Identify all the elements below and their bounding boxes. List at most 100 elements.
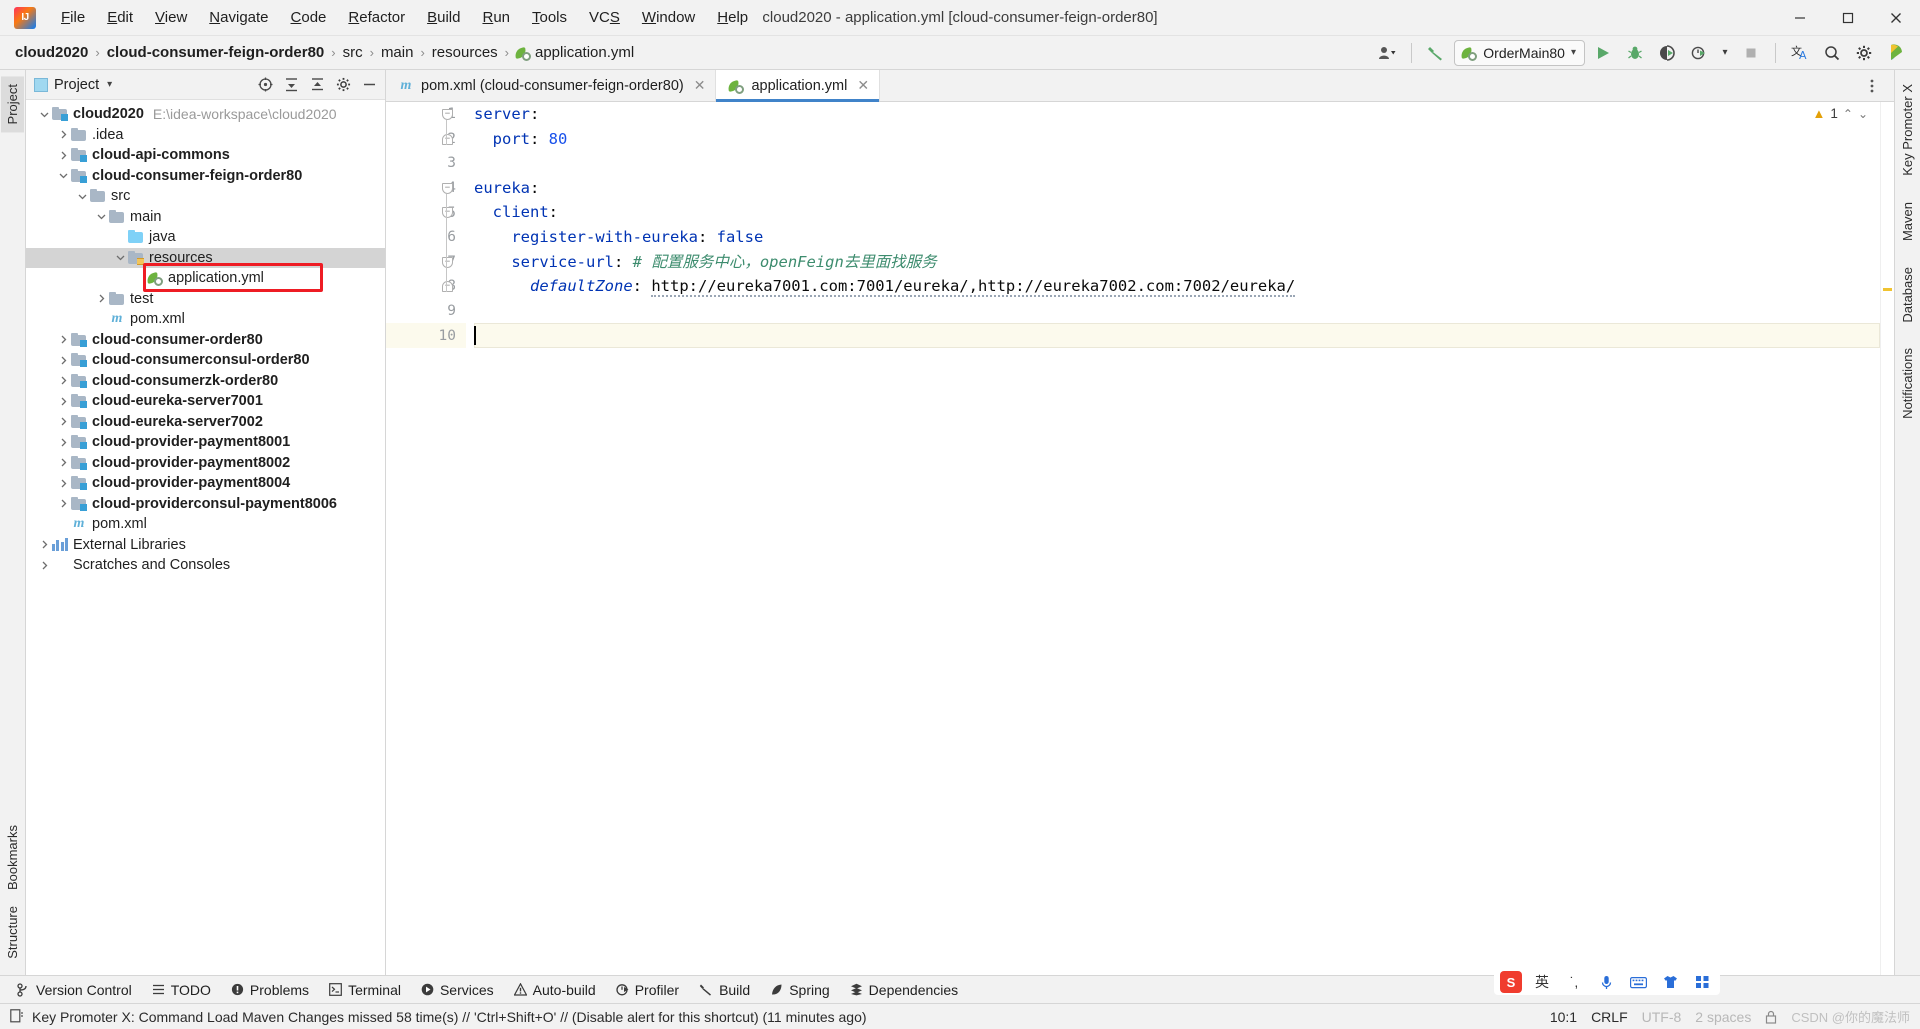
gutter-line-number[interactable]: 4 [386,176,466,201]
editor-gutter[interactable]: 12345678910 − − − − − − [386,102,466,975]
collapse-all-icon[interactable] [305,73,329,97]
tool-window-auto-build[interactable]: Auto-build [505,979,605,1001]
tool-window-dependencies[interactable]: Dependencies [841,979,968,1001]
error-stripe-margin[interactable] [1880,102,1894,975]
editor-options-icon[interactable] [1858,73,1886,99]
sidebar-item-maven[interactable]: Maven [1896,194,1919,249]
code-editor[interactable]: 12345678910−−−−−− server: port: 80eureka… [386,102,1894,975]
minimize-button[interactable] [1776,0,1824,36]
gutter-line-number[interactable]: 6 [386,225,466,250]
hide-panel-icon[interactable] [357,73,381,97]
coverage-icon[interactable] [1653,40,1681,66]
tree-node-cloud2020[interactable]: cloud2020 E:\idea-workspace\cloud2020 [26,104,385,125]
sidebar-item-bookmarks[interactable]: Bookmarks [1,817,24,898]
chevron-right-icon[interactable] [55,438,71,447]
stop-icon[interactable] [1737,40,1765,66]
updates-icon[interactable] [1882,40,1910,66]
caret-position[interactable]: 10:1 [1550,1009,1577,1025]
tree-node-resources[interactable]: resources [26,247,385,268]
menu-build[interactable]: Build [416,4,471,32]
tool-window-profiler[interactable]: Profiler [607,979,688,1001]
code-line[interactable] [474,151,1880,176]
ime-language-toggle[interactable]: 英 [1530,971,1554,993]
search-icon[interactable] [1818,40,1846,66]
tree-node-cloud-consumerconsul-order80[interactable]: cloud-consumerconsul-order80 [26,350,385,371]
tool-window-spring[interactable]: Spring [761,979,838,1001]
fold-collapse-icon[interactable]: − [441,206,454,219]
gutter-line-number[interactable]: 5 [386,200,466,225]
sogou-badge-icon[interactable]: S [1500,971,1522,993]
tree-node-application-yml[interactable]: application.yml [26,268,385,289]
tool-window-build[interactable]: Build [690,979,759,1001]
chevron-down-icon[interactable] [36,110,52,119]
tree-node-cloud-api-commons[interactable]: cloud-api-commons [26,145,385,166]
menu-refactor[interactable]: Refactor [337,4,416,32]
chevron-down-icon[interactable] [55,171,71,180]
indent-setting[interactable]: 2 spaces [1695,1009,1751,1025]
code-line[interactable]: port: 80 [474,127,1880,152]
chevron-right-icon[interactable] [55,397,71,406]
code-line[interactable] [474,323,1880,348]
expand-all-icon[interactable] [279,73,303,97]
code-line[interactable]: service-url: # 配置服务中心，openFeign去里面找服务 [474,250,1880,275]
code-line[interactable]: server: [474,102,1880,127]
tree-node-cloud-provider-payment8002[interactable]: cloud-provider-payment8002 [26,453,385,474]
chevron-right-icon[interactable] [55,376,71,385]
file-encoding[interactable]: UTF-8 [1642,1009,1682,1025]
tool-window-version-control[interactable]: Version Control [8,979,141,1001]
chevron-down-icon[interactable] [74,192,90,201]
chevron-right-icon[interactable] [55,499,71,508]
run-options-chevron-icon[interactable]: ▾ [1717,40,1733,66]
run-configuration-selector[interactable]: OrderMain80 ▾ [1454,39,1585,66]
code-line[interactable]: defaultZone: http://eureka7001.com:7001/… [474,274,1880,299]
chevron-down-icon[interactable] [112,253,128,262]
inspection-widget[interactable]: ▲ 1 ⌃ ⌄ [1812,106,1868,121]
gutter-line-number[interactable]: 9 [386,299,466,324]
tree-node-cloud-providerconsul-payment8006[interactable]: cloud-providerconsul-payment8006 [26,494,385,515]
sidebar-item-project[interactable]: Project [1,76,24,133]
chevron-right-icon[interactable] [55,335,71,344]
chevron-right-icon[interactable] [55,151,71,160]
menu-run[interactable]: Run [471,4,521,32]
tree-node-cloud-eureka-server7001[interactable]: cloud-eureka-server7001 [26,391,385,412]
breadcrumb-item-2[interactable]: src [338,42,368,63]
panel-settings-gear-icon[interactable] [331,73,355,97]
project-tree[interactable]: cloud2020 E:\idea-workspace\cloud2020 .ide… [26,100,385,975]
sidebar-item-notifications[interactable]: Notifications [1896,340,1919,427]
tree-node-test[interactable]: test [26,289,385,310]
code-line[interactable]: register-with-eureka: false [474,225,1880,250]
ime-punctuation-toggle[interactable]: ˙, [1562,971,1586,993]
tree-node-cloud-provider-payment8001[interactable]: cloud-provider-payment8001 [26,432,385,453]
breadcrumb-item-5[interactable]: application.yml [534,42,639,63]
user-icon[interactable] [1373,40,1401,66]
fold-collapse-icon[interactable]: − [441,256,454,269]
tree-node-scratches-and-consoles[interactable]: Scratches and Consoles [26,555,385,576]
lock-icon[interactable] [1765,1010,1777,1024]
tree-node-cloud-consumerzk-order80[interactable]: cloud-consumerzk-order80 [26,371,385,392]
tree-node-main[interactable]: main [26,207,385,228]
keyboard-icon[interactable] [1626,971,1650,993]
maximize-button[interactable] [1824,0,1872,36]
gutter-line-number[interactable]: 7 [386,250,466,275]
debug-icon[interactable] [1621,40,1649,66]
tool-window-todo[interactable]: TODO [143,979,220,1001]
tree-node-src[interactable]: src [26,186,385,207]
gutter-line-number[interactable]: 10 [386,323,466,348]
ime-toolbar[interactable]: S 英 ˙, [1494,969,1720,995]
gutter-line-number[interactable]: 3 [386,151,466,176]
chevron-right-icon[interactable] [55,417,71,426]
breadcrumb-item-0[interactable]: cloud2020 [10,42,93,63]
breadcrumb-item-1[interactable]: cloud-consumer-feign-order80 [102,42,330,63]
breadcrumb-item-3[interactable]: main [376,42,419,63]
line-separator[interactable]: CRLF [1591,1009,1628,1025]
menu-code[interactable]: Code [280,4,338,32]
tab-application-yml[interactable]: application.yml ✕ [716,70,881,102]
tool-window-services[interactable]: Services [412,979,503,1001]
menu-window[interactable]: Window [631,4,706,32]
tree-node-java[interactable]: java [26,227,385,248]
fold-region-end-icon[interactable]: − [441,133,454,146]
gutter-line-number[interactable]: 8 [386,274,466,299]
gutter-line-number[interactable]: 2 [386,127,466,152]
sidebar-item-database[interactable]: Database [1896,259,1919,331]
menu-tools[interactable]: Tools [521,4,578,32]
